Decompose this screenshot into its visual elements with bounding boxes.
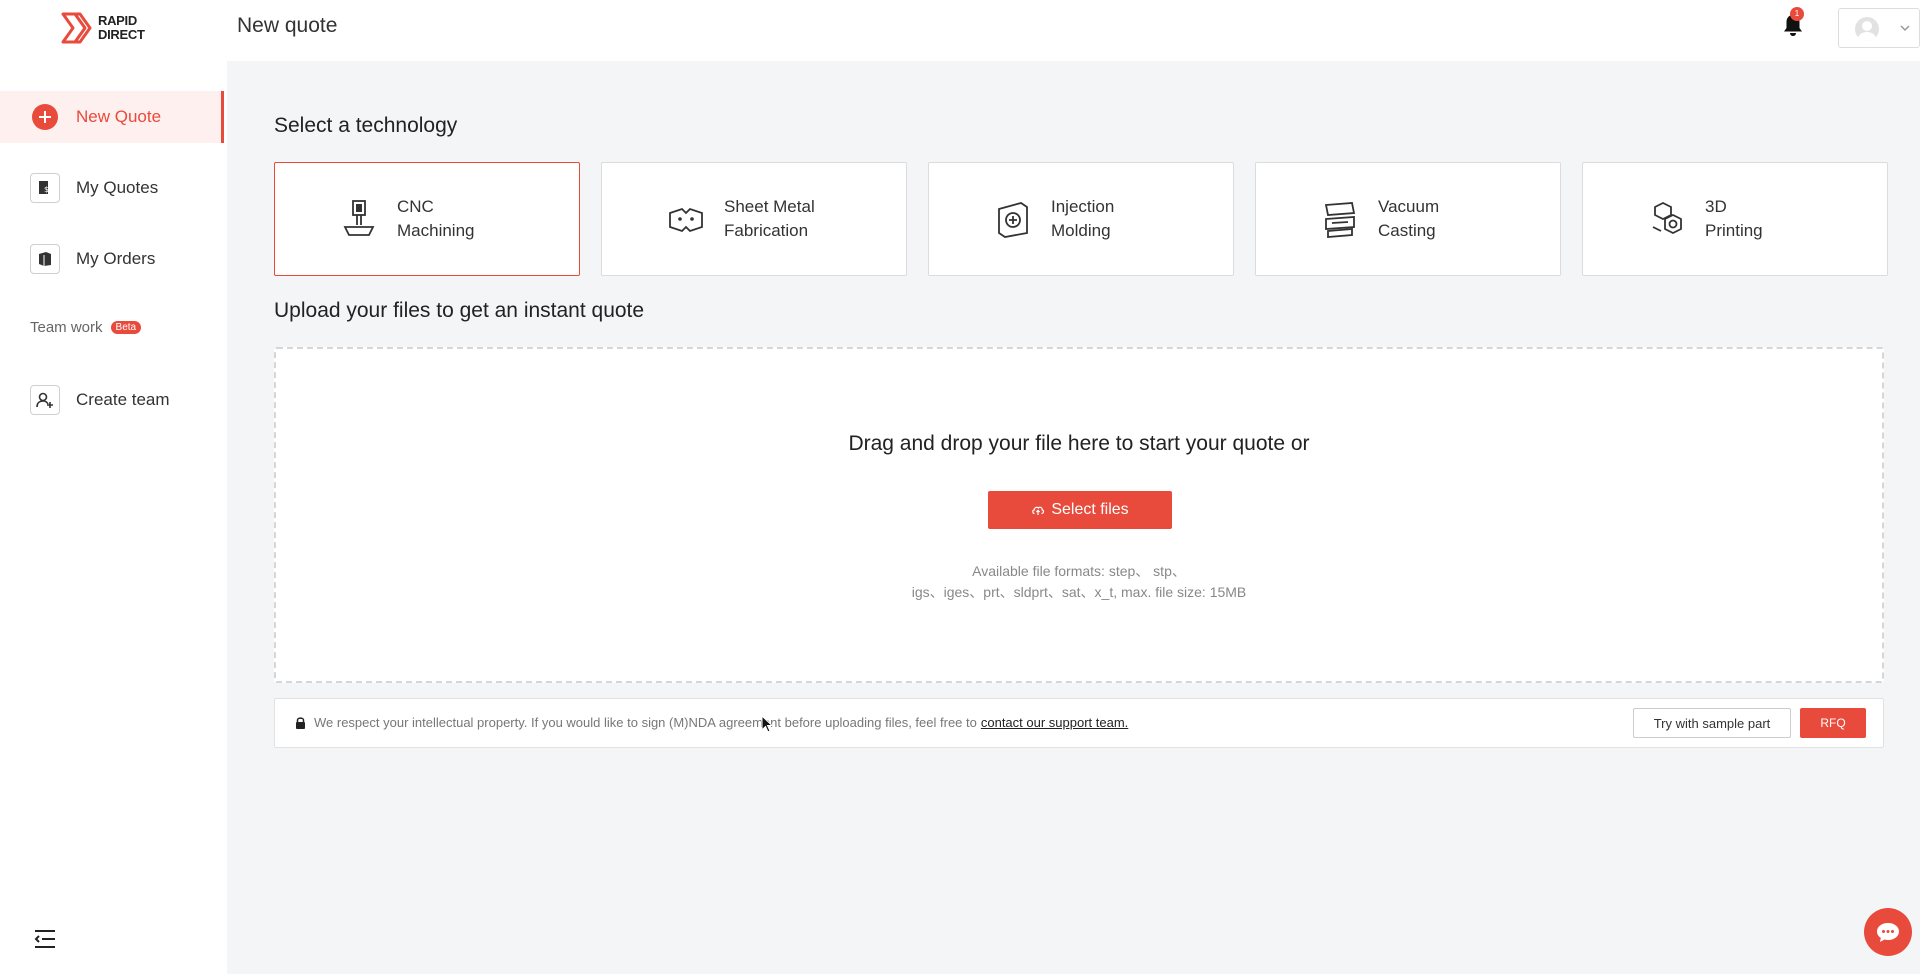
ip-notice: We respect your intellectual property. I… bbox=[295, 715, 1128, 730]
tech-label: Vacuum Casting bbox=[1378, 197, 1440, 240]
file-dropzone[interactable]: Drag and drop your file here to start yo… bbox=[274, 347, 1884, 683]
beta-badge: Beta bbox=[110, 321, 142, 334]
select-files-button[interactable]: Select files bbox=[988, 491, 1172, 529]
chat-icon bbox=[1877, 923, 1899, 942]
upload-cloud-icon bbox=[1032, 506, 1045, 515]
sheet-metal-icon bbox=[669, 207, 703, 233]
quotes-icon: $ bbox=[30, 173, 60, 203]
notification-badge: 1 bbox=[1790, 7, 1804, 21]
chevron-down-icon bbox=[1900, 25, 1910, 32]
cnc-machining-icon bbox=[343, 200, 375, 236]
plus-circle-icon bbox=[30, 102, 60, 132]
select-files-label: Select files bbox=[1051, 501, 1129, 518]
formats-line-1: Available file formats: step、 stp、 bbox=[972, 563, 1186, 579]
try-sample-part-button[interactable]: Try with sample part bbox=[1633, 708, 1791, 738]
sidebar-item-label: New Quote bbox=[76, 107, 162, 126]
logo-line-1: RAPID bbox=[98, 13, 137, 28]
tech-label: Sheet Metal Fabrication bbox=[724, 197, 815, 240]
sidebar: New Quote $ My Quotes My Orders Team wor… bbox=[0, 61, 227, 974]
rfq-button[interactable]: RFQ bbox=[1800, 708, 1866, 738]
3d-printing-icon bbox=[1652, 201, 1682, 235]
mouse-cursor-icon bbox=[761, 715, 774, 733]
section-label-text: Team work bbox=[30, 319, 103, 336]
injection-molding-icon bbox=[998, 202, 1028, 238]
vacuum-casting-icon bbox=[1324, 202, 1356, 238]
logo-mark-icon bbox=[61, 12, 92, 44]
svg-text:$: $ bbox=[44, 185, 49, 194]
collapse-sidebar-icon[interactable] bbox=[33, 928, 57, 950]
team-work-section-label: Team work Beta bbox=[30, 319, 142, 336]
sidebar-item-my-quotes[interactable]: $ My Quotes bbox=[0, 162, 224, 214]
tech-label: 3D Printing bbox=[1705, 197, 1763, 240]
upload-heading: Upload your files to get an instant quot… bbox=[274, 299, 645, 322]
tech-card-injection-molding[interactable]: Injection Molding bbox=[928, 162, 1234, 276]
orders-icon bbox=[30, 244, 60, 274]
tech-card-sheet-metal[interactable]: Sheet Metal Fabrication bbox=[601, 162, 907, 276]
avatar bbox=[1855, 17, 1879, 41]
sidebar-item-label: My Orders bbox=[76, 249, 156, 268]
user-menu[interactable] bbox=[1838, 8, 1920, 48]
ip-notice-text: We respect your intellectual property. I… bbox=[314, 715, 977, 730]
sidebar-item-label: Create team bbox=[76, 390, 170, 409]
formats-line-2: igs、iges、prt、sldprt、sat、x_t, max. file s… bbox=[911, 584, 1247, 600]
file-formats-info: Available file formats: step、 stp、 igs、i… bbox=[276, 561, 1882, 603]
select-technology-heading: Select a technology bbox=[274, 114, 458, 137]
sidebar-item-my-orders[interactable]: My Orders bbox=[0, 233, 224, 285]
tech-card-vacuum-casting[interactable]: Vacuum Casting bbox=[1255, 162, 1561, 276]
sidebar-item-new-quote[interactable]: New Quote bbox=[0, 91, 224, 143]
top-header: RAPID DIRECT New quote 1 bbox=[0, 0, 1920, 61]
create-team-icon bbox=[30, 385, 60, 415]
chat-button[interactable] bbox=[1864, 908, 1912, 956]
page-title: New quote bbox=[237, 14, 338, 37]
tech-label: CNC Machining bbox=[397, 197, 475, 240]
contact-support-link[interactable]: contact our support team. bbox=[981, 715, 1128, 730]
tech-card-3d-printing[interactable]: 3D Printing bbox=[1582, 162, 1888, 276]
tech-card-cnc-machining[interactable]: CNC Machining bbox=[274, 162, 580, 276]
logo[interactable]: RAPID DIRECT bbox=[60, 11, 145, 45]
lock-icon bbox=[296, 717, 305, 729]
sidebar-item-label: My Quotes bbox=[76, 178, 159, 197]
sidebar-item-create-team[interactable]: Create team bbox=[0, 374, 224, 426]
ip-notice-bar: We respect your intellectual property. I… bbox=[274, 698, 1884, 748]
logo-line-2: DIRECT bbox=[98, 27, 145, 42]
dropzone-title: Drag and drop your file here to start yo… bbox=[848, 432, 1310, 455]
tech-label: Injection Molding bbox=[1051, 197, 1115, 240]
logo-text: RAPID DIRECT bbox=[98, 14, 145, 42]
